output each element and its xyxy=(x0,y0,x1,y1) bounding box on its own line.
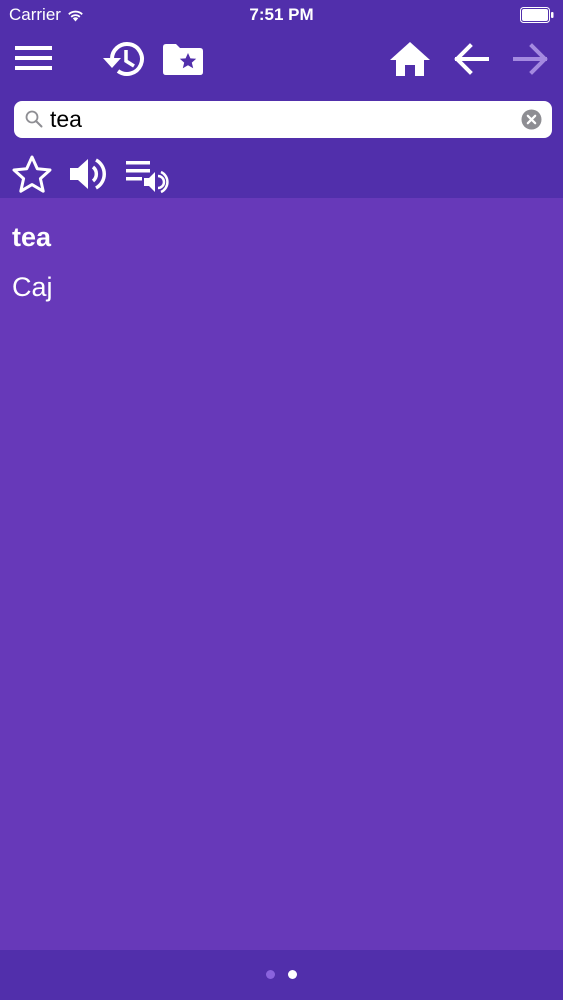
search-bar xyxy=(14,101,552,138)
speaker-icon xyxy=(70,158,106,190)
clear-search-button[interactable] xyxy=(521,109,542,130)
back-button[interactable] xyxy=(450,40,492,78)
status-time: 7:51 PM xyxy=(249,5,314,24)
favorites-folder-button[interactable] xyxy=(160,38,206,80)
home-button[interactable] xyxy=(386,38,434,80)
folder-star-icon xyxy=(163,44,203,75)
page-dot-1[interactable] xyxy=(266,970,275,979)
hamburger-menu-icon xyxy=(15,46,52,70)
battery-icon xyxy=(520,7,554,23)
home-icon xyxy=(390,42,430,76)
page-dot-2[interactable] xyxy=(288,970,297,979)
status-bar: Carrier 7:51 PM xyxy=(0,0,563,30)
header: Carrier 7:51 PM xyxy=(0,0,563,198)
history-button[interactable] xyxy=(98,36,146,82)
menu-button[interactable] xyxy=(10,40,56,76)
forward-button[interactable] xyxy=(510,40,552,78)
favorite-button[interactable] xyxy=(10,153,54,195)
arrow-right-icon xyxy=(513,43,548,75)
page-indicator-bar xyxy=(0,950,563,1000)
speak-button[interactable] xyxy=(66,153,110,195)
search-input[interactable] xyxy=(48,103,522,136)
star-outline-icon xyxy=(12,155,52,193)
entry-word: tea xyxy=(12,222,52,252)
playlist-speaker-icon xyxy=(126,161,169,194)
arrow-left-icon xyxy=(454,43,489,75)
entry-translation: Caj xyxy=(12,272,53,302)
search-icon xyxy=(25,110,43,128)
speak-list-button[interactable] xyxy=(122,153,172,195)
history-icon xyxy=(103,41,144,76)
